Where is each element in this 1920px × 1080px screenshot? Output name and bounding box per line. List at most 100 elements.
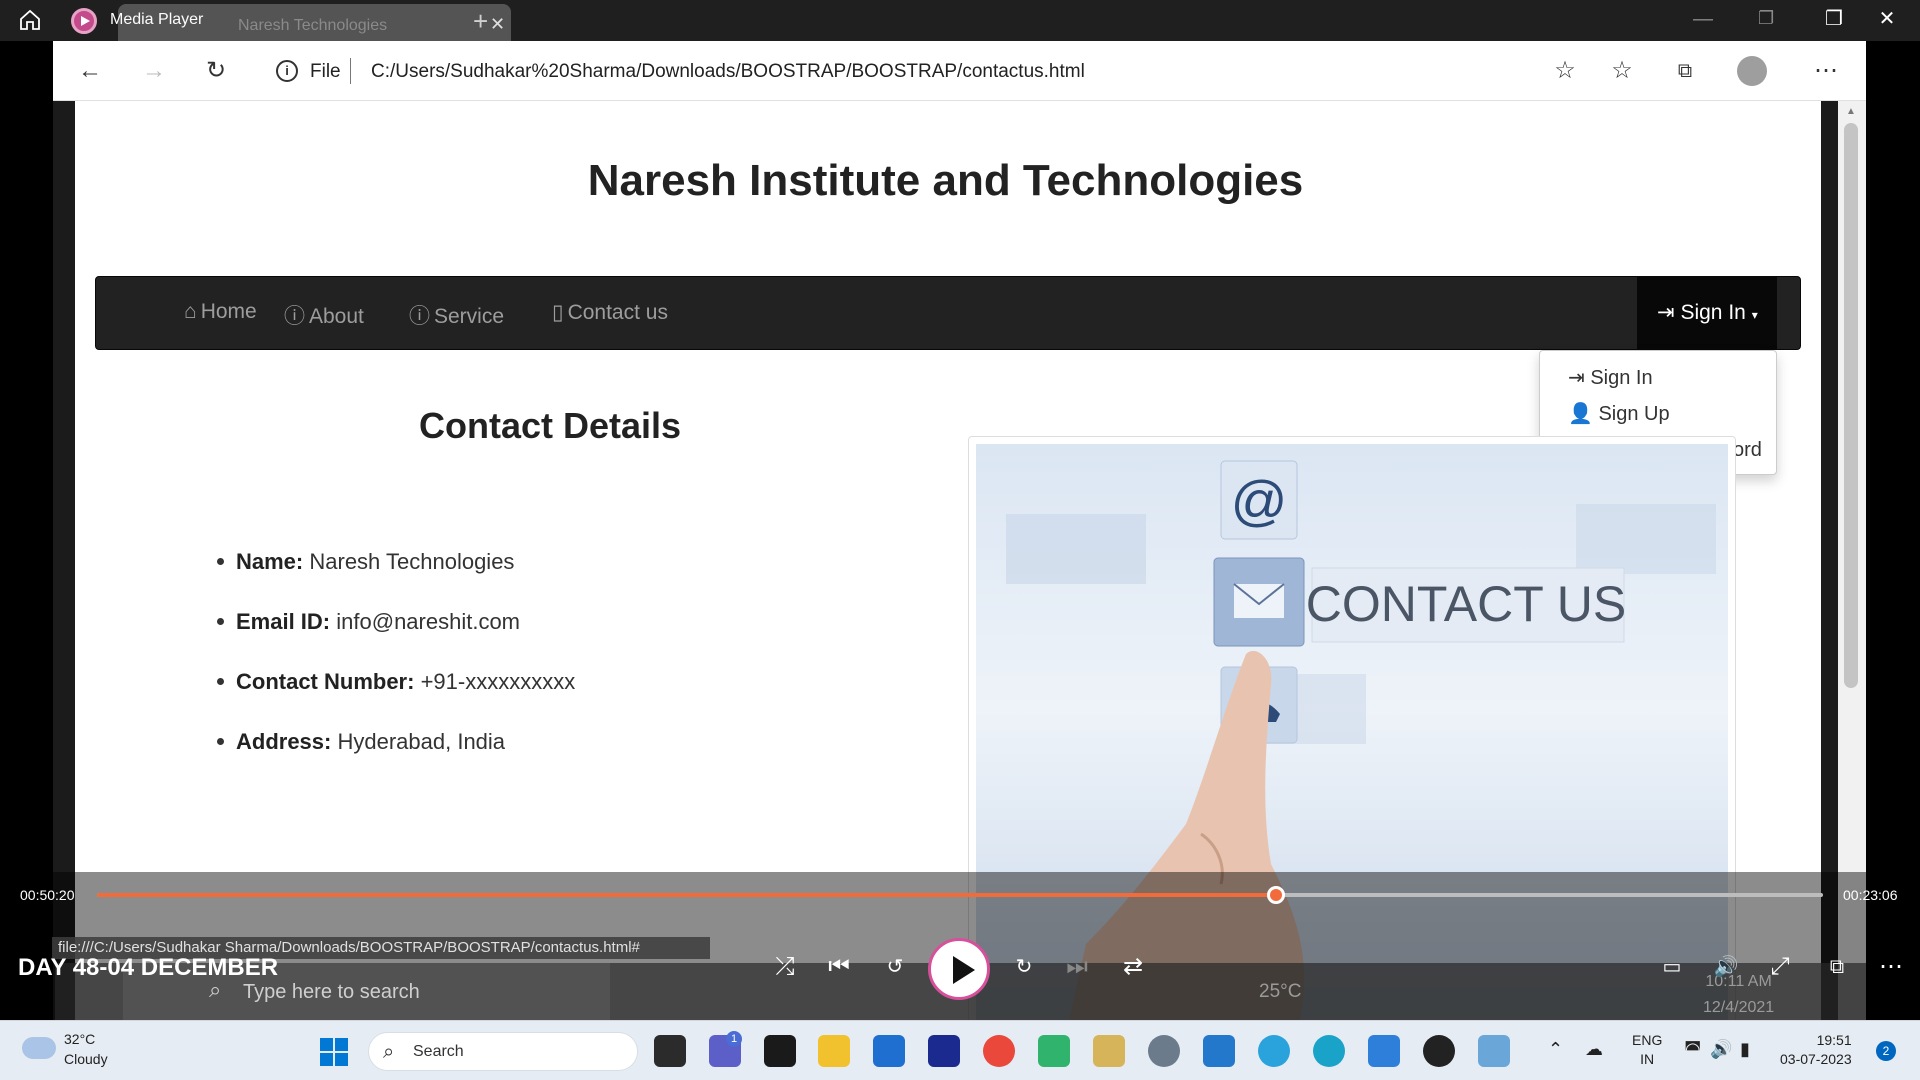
chrome-icon[interactable] bbox=[983, 1035, 1015, 1067]
video-inner-temperature: 25°C bbox=[1259, 981, 1302, 1002]
more-icon[interactable]: ⋯ bbox=[1810, 55, 1842, 87]
address-url[interactable]: C:/Users/Sudhakar%20Sharma/Downloads/BOO… bbox=[371, 61, 1085, 83]
list-item: Contact Number: +91-xxxxxxxxxx bbox=[217, 669, 575, 695]
detail-value: info@nareshit.com bbox=[336, 609, 521, 634]
profile-avatar[interactable] bbox=[1737, 56, 1767, 86]
question-circle-icon: ⓘ bbox=[284, 305, 305, 328]
volume-icon[interactable]: 🔊 bbox=[1709, 950, 1743, 984]
chevron-up-icon[interactable]: ⌃ bbox=[1548, 1039, 1563, 1060]
previous-icon[interactable]: ⏮ bbox=[822, 950, 856, 984]
play-store-icon[interactable] bbox=[1038, 1035, 1070, 1067]
browser-tab[interactable]: Naresh Technologies ✕ bbox=[118, 4, 511, 41]
windows-taskbar: 32°C Cloudy ⌕ Search 1 ⌃ ☁ ENG IN ◚ 🔊 ▮ bbox=[0, 1020, 1920, 1080]
back-icon[interactable]: ← bbox=[74, 55, 106, 87]
nav-about[interactable]: ⓘ About bbox=[284, 300, 364, 330]
sign-in-label: Sign In bbox=[1680, 301, 1746, 324]
task-view-icon[interactable] bbox=[654, 1035, 686, 1067]
more-options-icon[interactable]: ⋯ bbox=[1874, 950, 1908, 984]
nav-contact-label: Contact us bbox=[567, 301, 668, 324]
tab-close-icon[interactable]: ✕ bbox=[490, 14, 505, 35]
home-icon[interactable] bbox=[18, 8, 42, 32]
seek-bar[interactable] bbox=[97, 886, 1823, 904]
caret-down-icon: ▾ bbox=[1751, 308, 1758, 322]
wifi-icon[interactable]: ◚ bbox=[1684, 1039, 1701, 1060]
detail-label: Contact Number: bbox=[236, 669, 415, 694]
battery-icon[interactable]: ▮ bbox=[1740, 1039, 1750, 1060]
seek-bar-knob[interactable] bbox=[1266, 886, 1285, 904]
minimize-icon[interactable]: — bbox=[1693, 8, 1713, 31]
mail-icon[interactable] bbox=[873, 1035, 905, 1067]
start-button[interactable] bbox=[320, 1038, 348, 1066]
media-player-icon[interactable] bbox=[1423, 1035, 1455, 1067]
video-inner-search-placeholder: Type here to search bbox=[243, 981, 420, 1003]
sign-in-dropdown-toggle[interactable]: ⇥ Sign In ▾ bbox=[1637, 277, 1777, 349]
tab-strip: Naresh Technologies ✕ + — ❐ bbox=[53, 0, 1866, 41]
telegram-icon[interactable] bbox=[1258, 1035, 1290, 1067]
nav-home[interactable]: ⌂ Home bbox=[184, 300, 257, 324]
paint-icon[interactable] bbox=[1478, 1035, 1510, 1067]
phone-icon: ▯ bbox=[552, 301, 564, 324]
address-scheme: File bbox=[310, 61, 341, 82]
vscode-icon[interactable] bbox=[1203, 1035, 1235, 1067]
cloud-icon[interactable] bbox=[22, 1037, 56, 1059]
navbar: ⌂ Home ⓘ About ⓘ Service ▯ Contact us ⇥ Sign… bbox=[95, 276, 1801, 350]
language-line2: IN bbox=[1640, 1051, 1655, 1067]
address-bar[interactable]: i File C:/Users/Sudhakar%20Sharma/Downlo… bbox=[258, 49, 1658, 93]
close-icon[interactable]: ✕ bbox=[1867, 6, 1907, 31]
scroll-thumb[interactable] bbox=[1844, 123, 1858, 688]
tab-title: Naresh Technologies bbox=[238, 17, 388, 34]
list-item: Address: Hyderabad, India bbox=[217, 729, 505, 755]
home-icon: ⌂ bbox=[184, 300, 197, 323]
dropdown-sign-up-label: Sign Up bbox=[1598, 403, 1670, 425]
teams-badge: 1 bbox=[726, 1031, 742, 1047]
forward-icon[interactable]: → bbox=[138, 55, 170, 87]
udemy-icon[interactable] bbox=[764, 1035, 796, 1067]
nav-contact[interactable]: ▯ Contact us bbox=[552, 300, 668, 325]
play-button[interactable] bbox=[928, 938, 990, 1000]
speaker-icon[interactable]: 🔊 bbox=[1710, 1039, 1732, 1060]
sketch-app-icon[interactable] bbox=[928, 1035, 960, 1067]
nav-service[interactable]: ⓘ Service bbox=[409, 300, 504, 330]
shuffle-icon[interactable]: ⤮ bbox=[768, 950, 802, 984]
maximize-icon[interactable]: ❐ bbox=[1758, 8, 1774, 29]
notification-badge[interactable]: 2 bbox=[1876, 1041, 1896, 1061]
video-inner-date: 12/4/2021 bbox=[1703, 999, 1775, 1016]
forward-30-icon[interactable]: ↻ bbox=[1007, 950, 1041, 984]
collections-icon[interactable]: ⧉ bbox=[1669, 55, 1701, 87]
settings-icon[interactable] bbox=[1148, 1035, 1180, 1067]
refresh-icon[interactable]: ↻ bbox=[200, 55, 232, 87]
dropdown-item-sign-in[interactable]: ⇥ Sign In bbox=[1568, 365, 1653, 390]
question-circle-icon: ⓘ bbox=[409, 305, 430, 328]
new-tab-icon[interactable]: + bbox=[473, 6, 488, 37]
rewind-10-icon[interactable]: ↺ bbox=[878, 950, 912, 984]
weather-condition[interactable]: Cloudy bbox=[64, 1051, 108, 1067]
dropdown-item-sign-up[interactable]: 👤 Sign Up bbox=[1568, 401, 1670, 426]
notepad-icon[interactable] bbox=[1368, 1035, 1400, 1067]
edge-icon[interactable] bbox=[1313, 1035, 1345, 1067]
address-separator bbox=[350, 58, 351, 84]
contact-us-image-text: CONTACT US bbox=[1306, 576, 1626, 632]
contact-details-heading: Contact Details bbox=[419, 405, 682, 446]
add-favorite-icon[interactable]: ☆ bbox=[1549, 55, 1581, 87]
onedrive-icon[interactable]: ☁ bbox=[1585, 1039, 1603, 1060]
favorites-icon[interactable]: ☆ bbox=[1606, 55, 1638, 87]
detail-value: Hyderabad, India bbox=[337, 729, 506, 754]
list-item: Name: Naresh Technologies bbox=[217, 549, 514, 575]
weather-temperature[interactable]: 32°C bbox=[64, 1031, 95, 1047]
info-icon[interactable]: i bbox=[276, 60, 298, 82]
taskbar-search[interactable]: ⌕ Search bbox=[368, 1032, 638, 1071]
next-icon[interactable]: ⏭ bbox=[1060, 950, 1094, 984]
mini-player-icon[interactable]: ⧉ bbox=[1820, 950, 1854, 984]
language-indicator[interactable]: ENG IN bbox=[1632, 1031, 1662, 1069]
fullscreen-icon[interactable]: ⤢ bbox=[1763, 950, 1797, 984]
browser-window: Naresh Technologies ✕ + — ❐ ← → ↻ i File… bbox=[53, 0, 1866, 1036]
sublime-icon[interactable] bbox=[1093, 1035, 1125, 1067]
scroll-up-icon[interactable]: ▲ bbox=[1846, 106, 1856, 117]
captions-icon[interactable]: ▭ bbox=[1655, 950, 1689, 984]
system-clock[interactable]: 19:51 03-07-2023 bbox=[1780, 1031, 1852, 1069]
detail-label: Email ID: bbox=[236, 609, 331, 634]
detail-label: Name: bbox=[236, 549, 304, 574]
system-date: 03-07-2023 bbox=[1780, 1051, 1852, 1067]
file-explorer-icon[interactable] bbox=[818, 1035, 850, 1067]
repeat-icon[interactable]: ⇄ bbox=[1116, 950, 1150, 984]
